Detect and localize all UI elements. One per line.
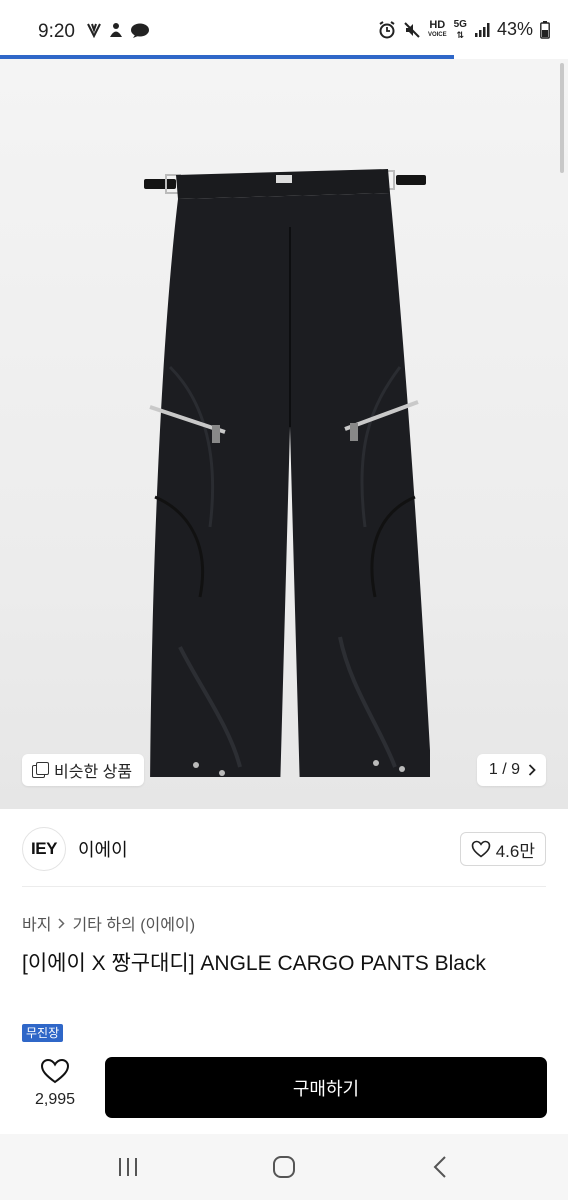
alarm-icon [379, 20, 395, 38]
person-icon [110, 23, 122, 37]
status-notification-icons [86, 22, 150, 38]
copy-icon [32, 762, 49, 778]
status-system-icons: HD VOICE 5G ⇅ 43% [378, 19, 550, 40]
brand-like-button[interactable]: 4.6만 [459, 832, 546, 866]
buy-button[interactable]: 구매하기 [105, 1057, 547, 1118]
heart-icon [471, 840, 491, 858]
product-image-carousel[interactable]: 비슷한 상품 1 / 9 [0, 59, 568, 809]
back-button[interactable] [410, 1147, 470, 1187]
chat-icon [131, 23, 149, 38]
similar-products-button[interactable]: 비슷한 상품 [22, 754, 145, 786]
network-label: 5G [453, 18, 467, 30]
image-page-label: 1 / 9 [488, 761, 520, 778]
status-bar: 9:20 HD VOICE 5G ⇅ 43% [0, 0, 568, 59]
voice-label: VOICE [427, 31, 447, 38]
recent-apps-button[interactable] [98, 1147, 158, 1187]
brand-logo[interactable]: IEY [22, 827, 66, 871]
hd-label: HD [429, 18, 446, 31]
breadcrumb-subcategory[interactable]: 기타 하의 (이에이) [72, 911, 195, 935]
mute-icon [404, 21, 420, 38]
data-arrows-icon: ⇅ [456, 29, 465, 40]
brand-like-count: 4.6만 [495, 841, 535, 861]
divider [22, 886, 546, 887]
product-title: [이에이 X 짱구대디] ANGLE CARGO PANTS Black [22, 952, 486, 975]
battery-icon [540, 20, 550, 39]
scroll-indicator[interactable] [560, 63, 564, 173]
network-indicator: 5G ⇅ [453, 18, 467, 40]
heart-icon [40, 1058, 70, 1084]
brand-name[interactable]: 이에이 [78, 836, 128, 862]
product-image [144, 169, 430, 777]
hd-voice-indicator: HD VOICE [427, 18, 447, 40]
brand-row[interactable]: IEY 이에이 4.6만 [22, 826, 546, 872]
image-page-indicator[interactable]: 1 / 9 [476, 754, 546, 786]
breadcrumb-category[interactable]: 바지 [22, 911, 51, 935]
breadcrumb: 바지 기타 하의 (이에이) [22, 911, 195, 935]
wishlist-count: 2,995 [34, 1091, 76, 1108]
chevron-right-icon [528, 764, 536, 776]
recent-apps-icon [119, 1158, 137, 1176]
wishlist-button[interactable]: 2,995 [22, 1058, 88, 1109]
similar-products-label: 비슷한 상품 [54, 764, 133, 781]
home-icon [273, 1156, 295, 1178]
system-nav-bar [0, 1134, 568, 1200]
product-badge: 무진장 [22, 1024, 64, 1042]
home-button[interactable] [254, 1147, 314, 1187]
battery-percent: 43% [496, 19, 533, 39]
back-icon [433, 1156, 446, 1178]
chevron-right-icon [58, 917, 66, 929]
status-time: 9:20 [38, 21, 75, 42]
signal-icon [474, 22, 490, 37]
download-icon [87, 23, 101, 38]
